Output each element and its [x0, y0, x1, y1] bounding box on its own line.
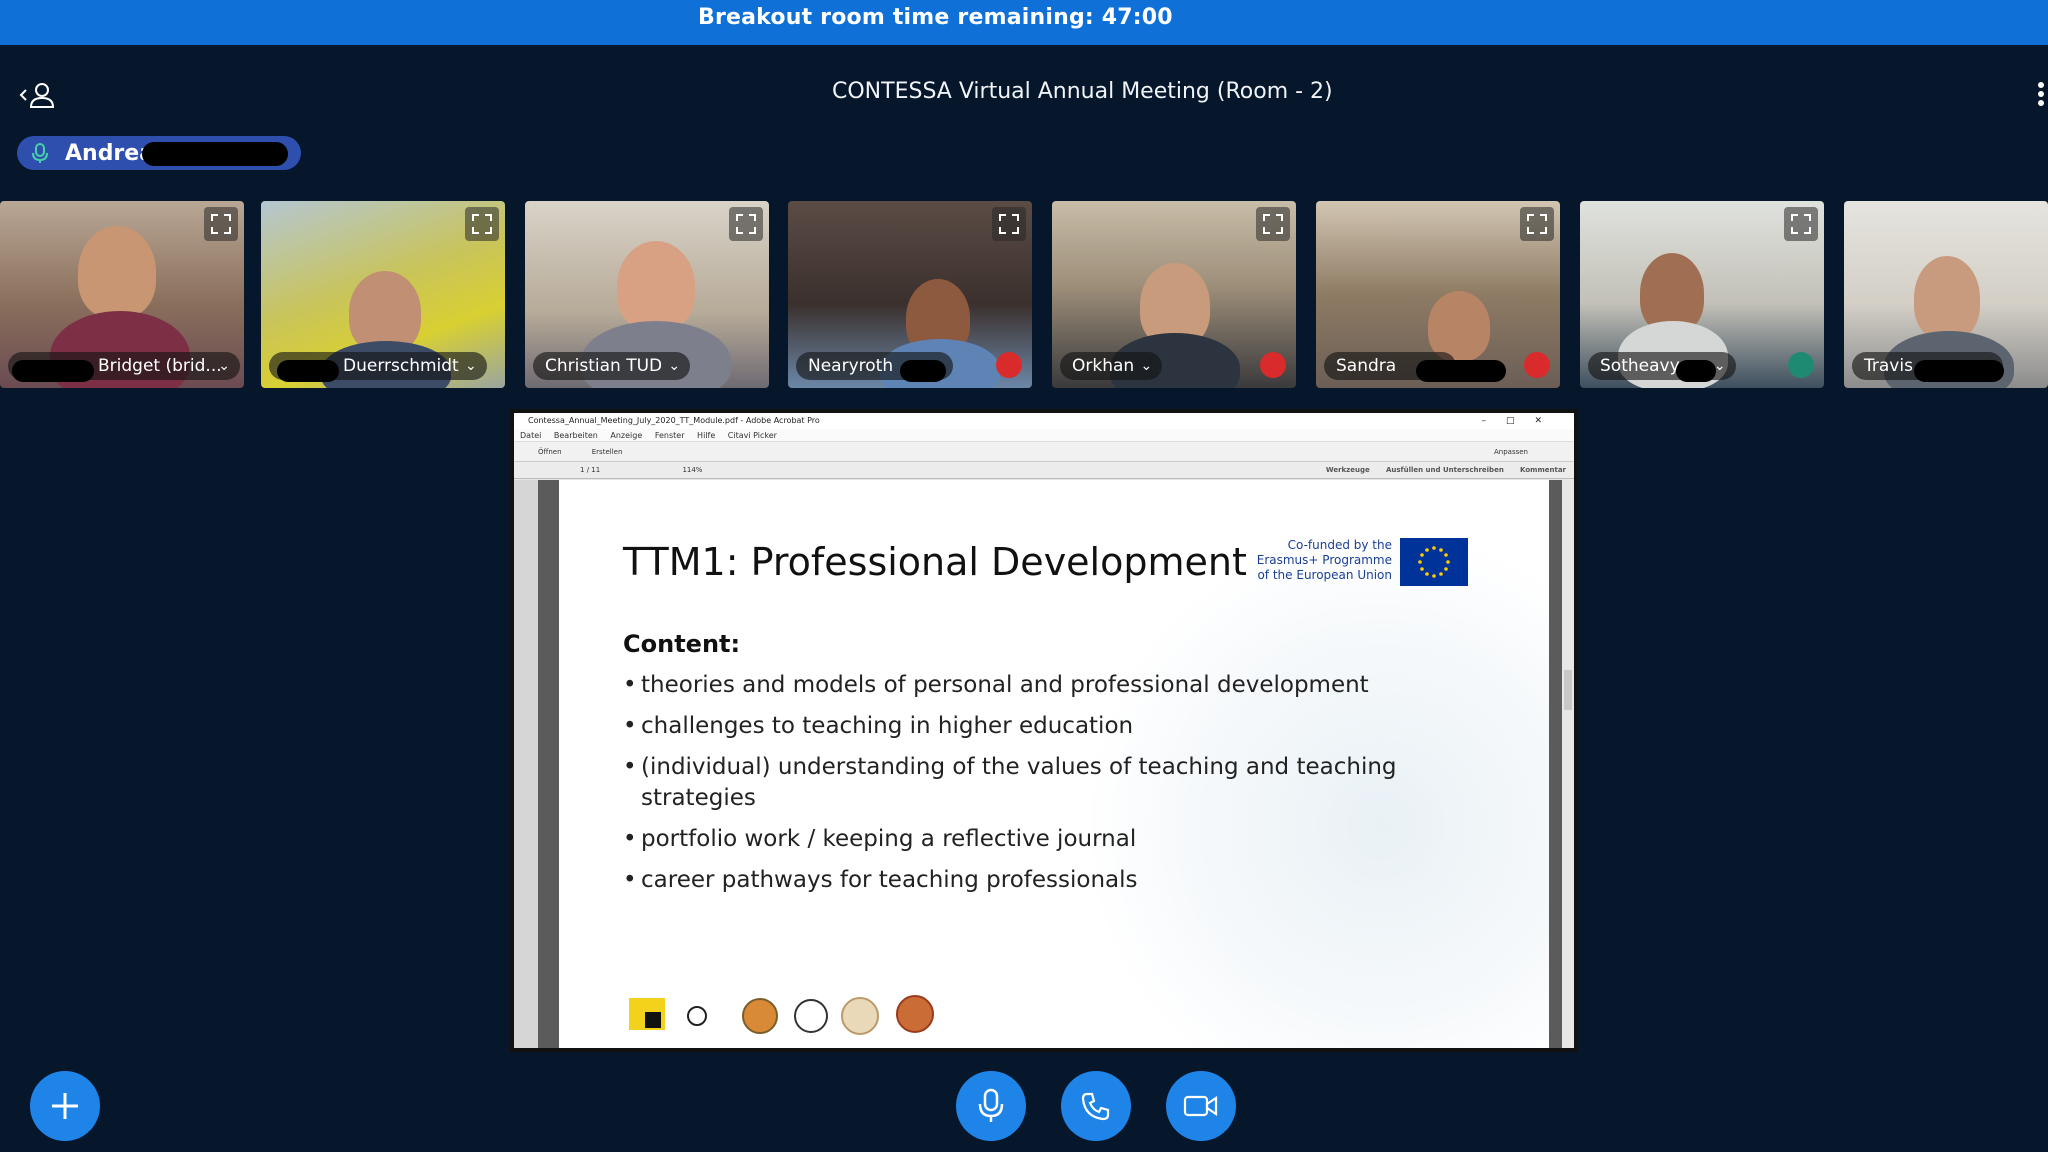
menu-item[interactable]: Citavi Picker — [728, 431, 777, 440]
expand-icon[interactable] — [465, 207, 499, 241]
breakout-timer-text: Breakout room time remaining: 47:00 — [698, 5, 1173, 30]
menu-item[interactable]: Anzeige — [610, 431, 642, 440]
back-user-button[interactable] — [18, 80, 58, 110]
menu-item[interactable]: Hilfe — [697, 431, 715, 440]
mic-toggle-button[interactable] — [956, 1071, 1026, 1141]
zoom-level[interactable]: 114% — [682, 466, 702, 474]
muted-mic-icon — [1524, 352, 1550, 378]
shared-screen: Contessa_Annual_Meeting_July_2020_TT_Mod… — [510, 409, 1578, 1052]
breakout-timer-banner: Breakout room time remaining: 47:00 — [0, 0, 2048, 45]
participant-tile[interactable]: Travis⌄ — [1844, 201, 2048, 388]
toolbar: Öffnen Erstellen Anpassen — [514, 442, 1574, 462]
window-controls[interactable]: –□✕ — [1481, 413, 1562, 429]
navigation-pane[interactable] — [514, 480, 538, 1048]
expand-icon[interactable] — [1520, 207, 1554, 241]
participant-tile[interactable]: Christian TUD ⌄ — [525, 201, 769, 388]
participant-tile[interactable]: Duerrschmidt ⌄ — [261, 201, 505, 388]
participant-tile[interactable]: Sandra⌄ — [1316, 201, 1560, 388]
redaction-bar — [277, 360, 339, 382]
partner-logo — [687, 1006, 707, 1026]
scrollbar[interactable] — [1562, 480, 1574, 1048]
list-item: career pathways for teaching professiona… — [623, 865, 1503, 896]
expand-icon[interactable] — [992, 207, 1026, 241]
menu-bar: Datei Bearbeiten Anzeige Fenster Hilfe C… — [514, 429, 1574, 442]
more-options-icon[interactable] — [2038, 82, 2048, 108]
redaction-bar — [12, 360, 94, 382]
add-button[interactable] — [30, 1071, 100, 1141]
list-item: portfolio work / keeping a reflective jo… — [623, 824, 1503, 855]
fill-sign-button[interactable]: Ausfüllen und Unterschreiben — [1386, 466, 1504, 474]
user-icon — [19, 83, 55, 108]
expand-icon[interactable] — [1256, 207, 1290, 241]
page-number[interactable]: 1 — [580, 466, 584, 474]
partner-logo — [841, 997, 879, 1035]
menu-item[interactable]: Fenster — [655, 431, 685, 440]
chevron-down-icon: ⌄ — [668, 358, 681, 374]
leave-call-button[interactable] — [1061, 1071, 1131, 1141]
mic-icon — [32, 143, 48, 163]
partner-logos — [629, 995, 934, 1035]
slide-page: TTM1: Professional Development Co-funded… — [559, 480, 1549, 1048]
eu-funding-text: Co-funded by the Erasmus+ Programme of t… — [1256, 538, 1392, 582]
page-count: / 11 — [586, 466, 601, 474]
erasmus-logo: Co-funded by the Erasmus+ Programme of t… — [1252, 538, 1472, 588]
content-list: theories and models of personal and prof… — [623, 670, 1503, 906]
customize-button[interactable]: Anpassen — [1494, 442, 1528, 462]
list-item: (individual) understanding of the values… — [623, 752, 1413, 814]
partner-logo — [645, 1012, 661, 1028]
tools-pane-button[interactable]: Werkzeuge — [1326, 466, 1370, 474]
open-button[interactable]: Öffnen — [538, 448, 562, 456]
participant-tile[interactable]: Nearyroth⌄ — [788, 201, 1032, 388]
redaction-bar — [1914, 360, 2004, 382]
list-item: theories and models of personal and prof… — [623, 670, 1503, 701]
menu-item[interactable]: Bearbeiten — [554, 431, 598, 440]
navigation-toolbar: 1 / 11 114% Werkzeuge Ausfüllen und Unte… — [514, 462, 1574, 479]
partner-logo — [794, 999, 828, 1033]
menu-item[interactable]: Datei — [520, 431, 541, 440]
muted-mic-icon — [1260, 352, 1286, 378]
create-button[interactable]: Erstellen — [592, 448, 623, 456]
redaction-bar — [1416, 360, 1506, 382]
plus-icon — [52, 1093, 78, 1119]
expand-icon[interactable] — [1784, 207, 1818, 241]
participant-tile[interactable]: Bridget (brid... ⌄ — [0, 201, 244, 388]
comment-button[interactable]: Kommentar — [1520, 466, 1566, 474]
eu-flag-icon — [1400, 538, 1468, 586]
partner-logo — [742, 998, 778, 1034]
content-heading: Content: — [623, 630, 741, 658]
chevron-down-icon: ⌄ — [218, 358, 230, 374]
expand-icon[interactable] — [729, 207, 763, 241]
acrobat-window: Contessa_Annual_Meeting_July_2020_TT_Mod… — [514, 413, 1574, 1048]
chevron-down-icon: ⌄ — [1713, 358, 1726, 374]
window-title-bar: Contessa_Annual_Meeting_July_2020_TT_Mod… — [514, 413, 1574, 429]
partner-logo — [896, 995, 934, 1033]
chevron-down-icon: ⌄ — [465, 358, 477, 374]
muted-mic-icon — [996, 352, 1022, 378]
list-item: challenges to teaching in higher educati… — [623, 711, 1503, 742]
redaction-bar — [1676, 360, 1716, 382]
phone-icon — [1081, 1092, 1110, 1121]
redaction-bar — [142, 142, 288, 166]
expand-icon[interactable] — [204, 207, 238, 241]
window-title: Contessa_Annual_Meeting_July_2020_TT_Mod… — [528, 416, 820, 425]
redaction-bar — [900, 360, 946, 382]
meeting-title: CONTESSA Virtual Annual Meeting (Room - … — [832, 79, 1333, 104]
participant-name[interactable]: Orkhan ⌄ — [1060, 352, 1163, 380]
camera-toggle-button[interactable] — [1166, 1071, 1236, 1141]
mic-icon — [978, 1088, 1004, 1122]
participant-tile[interactable]: Sotheavy ⌄ — [1580, 201, 1824, 388]
participant-name[interactable]: Christian TUD ⌄ — [533, 352, 691, 380]
chevron-down-icon: ⌄ — [1140, 358, 1153, 374]
slide-title: TTM1: Professional Development — [623, 540, 1247, 584]
document-area: TTM1: Professional Development Co-funded… — [514, 480, 1574, 1048]
video-icon — [1183, 1095, 1218, 1117]
participant-tile[interactable]: Orkhan ⌄ — [1052, 201, 1296, 388]
headphones-icon — [1788, 352, 1814, 378]
